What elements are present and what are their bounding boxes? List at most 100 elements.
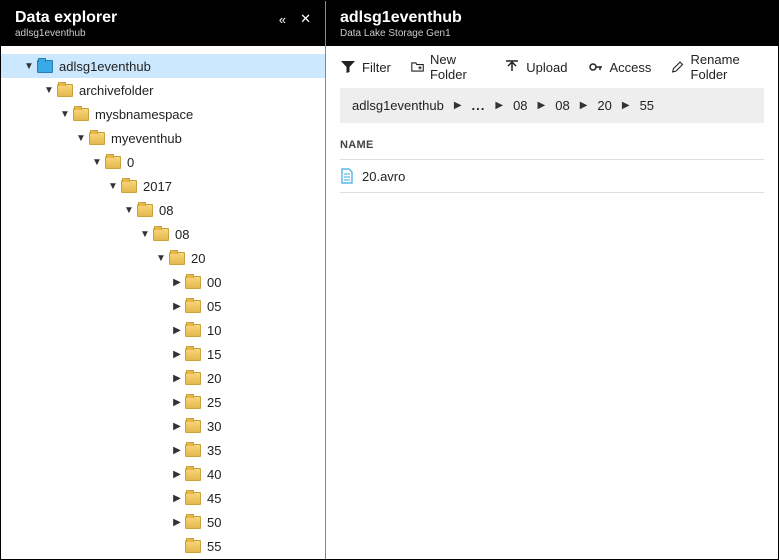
storage-root-icon — [37, 60, 53, 73]
folder-icon — [169, 252, 185, 265]
tree-node[interactable]: ▶10 — [1, 318, 325, 342]
tree-node[interactable]: ▼ 2017 — [1, 174, 325, 198]
caret-down-icon[interactable]: ▼ — [155, 253, 167, 264]
breadcrumb-overflow[interactable]: ... — [472, 98, 486, 113]
tree-node-root[interactable]: ▼ adlsg1eventhub — [1, 54, 325, 78]
caret-right-icon[interactable]: ▶ — [171, 373, 183, 384]
tree-node-label: 00 — [207, 275, 221, 290]
caret-right-icon[interactable]: ▶ — [171, 397, 183, 408]
tree-node[interactable]: ▶ 35 — [1, 438, 325, 462]
tree-node-label: 08 — [159, 203, 173, 218]
tree-node[interactable]: ▼ 20 — [1, 246, 325, 270]
tree-node-label: 30 — [207, 419, 221, 434]
tree-node[interactable]: ▼ 08 — [1, 198, 325, 222]
tree-node-label: 0 — [127, 155, 134, 170]
tree-node[interactable]: ▶ 45 — [1, 486, 325, 510]
upload-button[interactable]: Upload — [504, 59, 567, 75]
right-panel-title: adlsg1eventhub — [340, 9, 462, 27]
caret-down-icon[interactable]: ▼ — [59, 109, 71, 120]
tree-node-label: 35 — [207, 443, 221, 458]
tree-node[interactable]: ▶40 — [1, 462, 325, 486]
tree-node[interactable]: ▼ mysbnamespace — [1, 102, 325, 126]
breadcrumb-part[interactable]: 20 — [597, 98, 611, 113]
folder-icon — [137, 204, 153, 217]
breadcrumb-root[interactable]: adlsg1eventhub — [352, 98, 444, 113]
folder-icon — [185, 420, 201, 433]
tree-node[interactable]: ▼ archivefolder — [1, 78, 325, 102]
rename-folder-button[interactable]: Rename Folder — [671, 52, 764, 82]
tree-node[interactable]: ▶ 25 — [1, 390, 325, 414]
tree-node-label: 45 — [207, 491, 221, 506]
toolbar-label: Rename Folder — [691, 52, 764, 82]
tree-node-label: 55 — [207, 539, 221, 554]
folder-icon — [185, 468, 201, 481]
breadcrumb: adlsg1eventhub ▶ ... ▶ 08 ▶ 08 ▶ 20 ▶ 55 — [340, 88, 764, 123]
toolbar-label: Filter — [362, 60, 391, 75]
caret-down-icon[interactable]: ▼ — [91, 157, 103, 168]
file-name: 20.avro — [362, 169, 405, 184]
pencil-icon — [671, 59, 684, 75]
tree-node-label: 25 — [207, 395, 221, 410]
chevron-right-icon: ▶ — [580, 100, 588, 111]
tree-node[interactable]: ▼ 08 — [1, 222, 325, 246]
tree-node[interactable]: ▶ 30 — [1, 414, 325, 438]
tree-node[interactable]: ▶ 50 — [1, 510, 325, 534]
toolbar-label: Upload — [526, 60, 567, 75]
collapse-icon[interactable]: « — [279, 12, 286, 27]
close-icon[interactable]: ✕ — [300, 11, 311, 27]
folder-icon — [185, 516, 201, 529]
tree-node-label: myeventhub — [111, 131, 182, 146]
new-folder-button[interactable]: New Folder — [411, 52, 484, 82]
caret-down-icon[interactable]: ▼ — [75, 133, 87, 144]
tree-node-label: archivefolder — [79, 83, 153, 98]
tree-node[interactable]: ▶ 05 — [1, 294, 325, 318]
tree-node-label: 2017 — [143, 179, 172, 194]
filter-button[interactable]: Filter — [340, 59, 391, 75]
folder-icon — [105, 156, 121, 169]
caret-right-icon[interactable]: ▶ — [171, 445, 183, 456]
tree-node-label: 50 — [207, 515, 221, 530]
caret-down-icon[interactable]: ▼ — [43, 85, 55, 96]
tree-node-label: 05 — [207, 299, 221, 314]
caret-right-icon[interactable]: ▶ — [171, 277, 183, 288]
right-panel-subtitle: Data Lake Storage Gen1 — [340, 28, 462, 39]
caret-right-icon[interactable]: ▶ — [171, 493, 183, 504]
tree-node[interactable]: ▼ myeventhub — [1, 126, 325, 150]
upload-icon — [504, 59, 520, 75]
caret-right-icon[interactable]: ▶ — [171, 469, 183, 480]
caret-right-icon[interactable]: ▶ — [171, 301, 183, 312]
caret-right-icon[interactable]: ▶ — [171, 349, 183, 360]
tree-node[interactable]: ▶ 00 — [1, 270, 325, 294]
breadcrumb-part[interactable]: 08 — [513, 98, 527, 113]
breadcrumb-part[interactable]: 08 — [555, 98, 569, 113]
tree-node-label: 20 — [207, 371, 221, 386]
caret-right-icon[interactable]: ▶ — [171, 325, 183, 336]
caret-down-icon[interactable]: ▼ — [123, 205, 135, 216]
left-panel-title: Data explorer — [15, 9, 117, 27]
toolbar-label: Access — [610, 60, 652, 75]
tree-node[interactable]: 55 — [1, 534, 325, 558]
tree-node[interactable]: ▼ 0 — [1, 150, 325, 174]
folder-icon — [185, 396, 201, 409]
filter-icon — [340, 59, 356, 75]
caret-right-icon[interactable]: ▶ — [171, 421, 183, 432]
caret-down-icon[interactable]: ▼ — [23, 61, 35, 72]
folder-icon — [185, 324, 201, 337]
list-column-name: NAME — [326, 123, 778, 159]
folder-icon — [185, 444, 201, 457]
file-row[interactable]: 20.avro — [326, 160, 778, 192]
toolbar: Filter New Folder Upload Access Rename F… — [326, 46, 778, 88]
folder-icon — [153, 228, 169, 241]
tree-node[interactable]: ▶ 20 — [1, 366, 325, 390]
caret-right-icon[interactable]: ▶ — [171, 517, 183, 528]
tree-node-label: adlsg1eventhub — [59, 59, 151, 74]
caret-down-icon[interactable]: ▼ — [139, 229, 151, 240]
chevron-right-icon: ▶ — [538, 100, 546, 111]
folder-icon — [121, 180, 137, 193]
folder-icon — [185, 348, 201, 361]
caret-down-icon[interactable]: ▼ — [107, 181, 119, 192]
toolbar-label: New Folder — [430, 52, 484, 82]
access-button[interactable]: Access — [588, 59, 652, 75]
tree-node[interactable]: ▶15 — [1, 342, 325, 366]
breadcrumb-part[interactable]: 55 — [640, 98, 654, 113]
